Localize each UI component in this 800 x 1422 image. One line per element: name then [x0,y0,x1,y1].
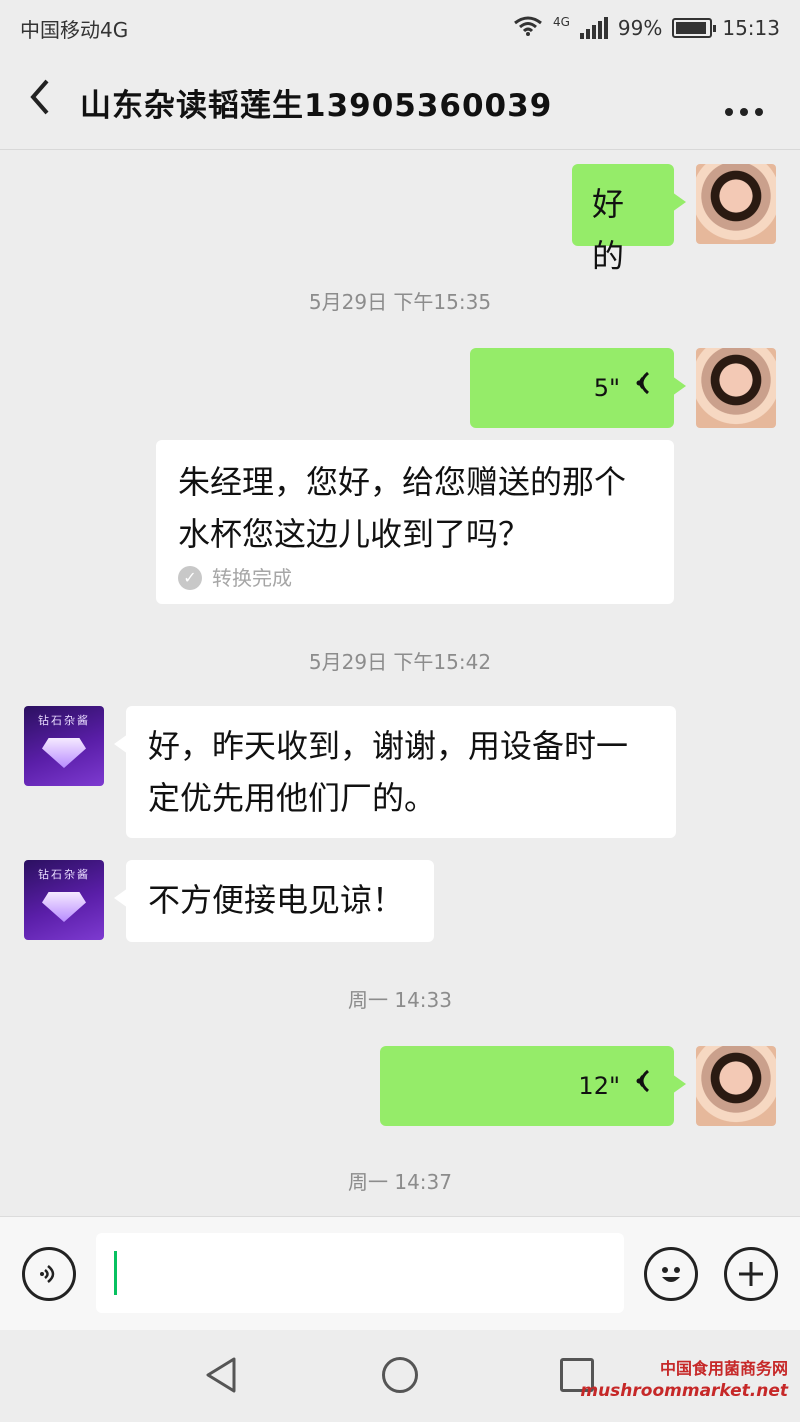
convert-status: ✓ 转换完成 [178,564,652,592]
voice-message[interactable]: 12" [380,1046,686,1126]
watermark-cn: 中国食用菌商务网 [659,1359,788,1378]
avatar-brand-text: 钻石杂酱 [38,714,90,727]
nav-back-icon[interactable] [204,1356,238,1394]
nav-home-icon[interactable] [382,1357,418,1393]
emoji-icon[interactable] [644,1247,698,1301]
voice-message[interactable]: 5" [470,348,686,428]
avatar[interactable]: 钻石杂酱 [24,706,104,786]
network-type-label: 4G [552,14,570,29]
watermark-en: mushroommarket.net [580,1381,788,1401]
diamond-icon [42,892,86,922]
convert-status-label: 转换完成 [212,566,292,590]
message-text: 好，昨天收到，谢谢，用设备时一定优先用他们厂的。 [148,727,629,817]
text-caret [114,1251,117,1295]
plus-icon[interactable] [724,1247,778,1301]
diamond-icon [42,738,86,768]
voice-duration: 12" [578,1072,620,1100]
message-bubble[interactable]: 好的 [572,164,686,275]
timestamp: 5月29日 下午15:42 [308,650,492,674]
voice-wave-icon [630,1060,652,1112]
watermark: 中国食用菌商务网 mushroommarket.net [580,1358,788,1402]
input-bar [0,1216,800,1330]
voice-wave-icon [630,362,652,414]
transcript-text: 朱经理，您好，给您赠送的那个水杯您这边儿收到了吗？ [178,463,627,553]
carrier-label: 中国移动4G [20,17,129,42]
chat-header: 山东杂读韬莲生13905360039 [0,56,800,150]
message-bubble[interactable]: 不方便接电见谅！ [114,860,434,942]
message-text: 好的 [592,185,625,275]
avatar[interactable] [696,1046,776,1126]
signal-icon [579,17,608,39]
message-input[interactable] [96,1233,624,1313]
avatar[interactable]: 钻石杂酱 [24,860,104,940]
battery-icon [672,18,717,38]
voice-mode-icon[interactable] [22,1247,76,1301]
chat-title: 山东杂读韬莲生13905360039 [80,88,553,124]
battery-percent: 99% [617,16,663,40]
status-icons: 4G 99% 15:13 [513,15,780,42]
clock: 15:13 [722,16,780,40]
message-bubble[interactable]: 好，昨天收到，谢谢，用设备时一定优先用他们厂的。 [114,706,676,838]
message-list[interactable]: 好的 5月29日 下午15:35 5" 朱经理，您好，给您赠送的那个水杯您这边儿… [0,150,800,1216]
avatar-brand-text: 钻石杂酱 [38,868,90,881]
timestamp: 周一 14:37 [348,1170,452,1194]
avatar[interactable] [696,348,776,428]
back-arrow-icon[interactable] [0,77,80,128]
timestamp: 周一 14:33 [348,988,452,1012]
message-text: 不方便接电见谅！ [148,881,405,919]
wifi-icon [513,15,543,42]
timestamp: 5月29日 下午15:35 [308,290,492,314]
check-icon: ✓ [178,566,202,590]
avatar[interactable] [696,164,776,244]
status-bar: 中国移动4G 4G 99% 15:13 [0,0,800,56]
voice-duration: 5" [593,374,620,402]
more-icon[interactable] [724,86,764,126]
transcript-card[interactable]: 朱经理，您好，给您赠送的那个水杯您这边儿收到了吗？ ✓ 转换完成 [156,440,674,604]
